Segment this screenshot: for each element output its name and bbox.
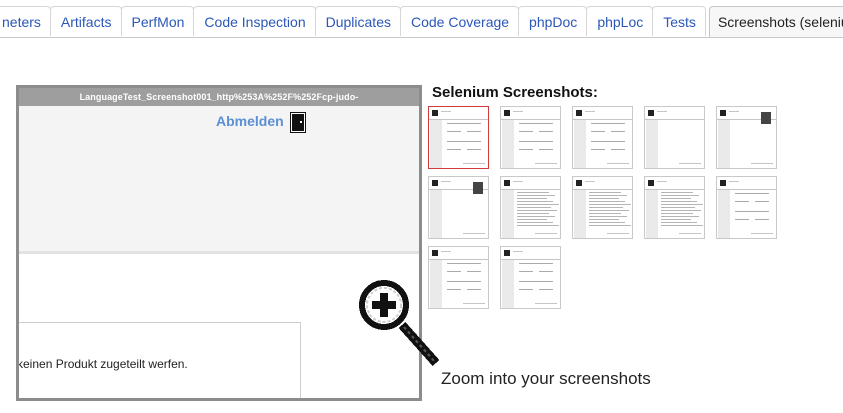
- screenshot-thumbnail[interactable]: [428, 176, 489, 239]
- screenshot-thumbnail[interactable]: [572, 176, 633, 239]
- tab-phploc[interactable]: phpLoc: [586, 6, 654, 36]
- tab-code-coverage[interactable]: Code Coverage: [399, 6, 520, 36]
- thumbnail-logo-icon: [432, 250, 438, 256]
- tab-bar: neters Artifacts PerfMon Code Inspection Dup…: [0, 0, 843, 38]
- selenium-heading: Selenium Screenshots:: [432, 84, 598, 101]
- screenshot-thumbnail[interactable]: [500, 106, 561, 169]
- logout-link[interactable]: Abmelden: [216, 113, 284, 129]
- screenshot-thumbnail[interactable]: [644, 176, 705, 239]
- tab-artifacts[interactable]: Artifacts: [49, 6, 122, 36]
- tab-screenshots-selenium[interactable]: Screenshots (selenium): [708, 6, 843, 37]
- thumbnail-logo-icon: [576, 180, 582, 186]
- tab-perfmon[interactable]: PerfMon: [120, 6, 195, 36]
- screenshot-thumbnail[interactable]: [500, 246, 561, 309]
- screenshot-thumbnail[interactable]: [428, 106, 489, 169]
- zoom-caption: Zoom into your screenshots: [441, 369, 651, 388]
- screenshot-thumbnail[interactable]: [500, 176, 561, 239]
- thumbnail-logo-icon: [432, 180, 438, 186]
- thumbnail-logo-icon: [648, 180, 654, 186]
- tab-list: neters Artifacts PerfMon Code Inspection Dup…: [0, 6, 843, 37]
- tab-tests[interactable]: Tests: [652, 6, 706, 36]
- preview-header: Abmelden: [19, 106, 419, 254]
- screenshot-thumbnail[interactable]: [716, 176, 777, 239]
- thumbnail-dark-block-icon: [761, 112, 771, 124]
- preview-title: LanguageTest_Screenshot001_http%253A%252…: [19, 88, 419, 106]
- thumbnail-logo-icon: [648, 110, 654, 116]
- screenshot-thumbnail[interactable]: [572, 106, 633, 169]
- thumbnail-dark-block-icon: [473, 182, 483, 194]
- thumbnail-logo-icon: [576, 110, 582, 116]
- tab-code-inspection[interactable]: Code Inspection: [193, 6, 316, 36]
- tab-phpdoc[interactable]: phpDoc: [518, 6, 588, 36]
- screenshot-thumbnail[interactable]: [716, 106, 777, 169]
- tab-duplicates[interactable]: Duplicates: [314, 6, 401, 36]
- screenshot-thumbnail[interactable]: [644, 106, 705, 169]
- thumbnail-logo-icon: [504, 250, 510, 256]
- screenshot-thumbnail[interactable]: [428, 246, 489, 309]
- thumbnail-logo-icon: [504, 110, 510, 116]
- thumbnail-logo-icon: [432, 110, 438, 116]
- thumbnail-logo-icon: [504, 180, 510, 186]
- thumbnail-logo-icon: [720, 110, 726, 116]
- logout-door-icon[interactable]: [290, 112, 306, 133]
- preview-body-text: keinen Produkt zugeteilt werfen.: [17, 357, 188, 371]
- thumbnail-logo-icon: [720, 180, 726, 186]
- tab-neters[interactable]: neters: [0, 6, 51, 36]
